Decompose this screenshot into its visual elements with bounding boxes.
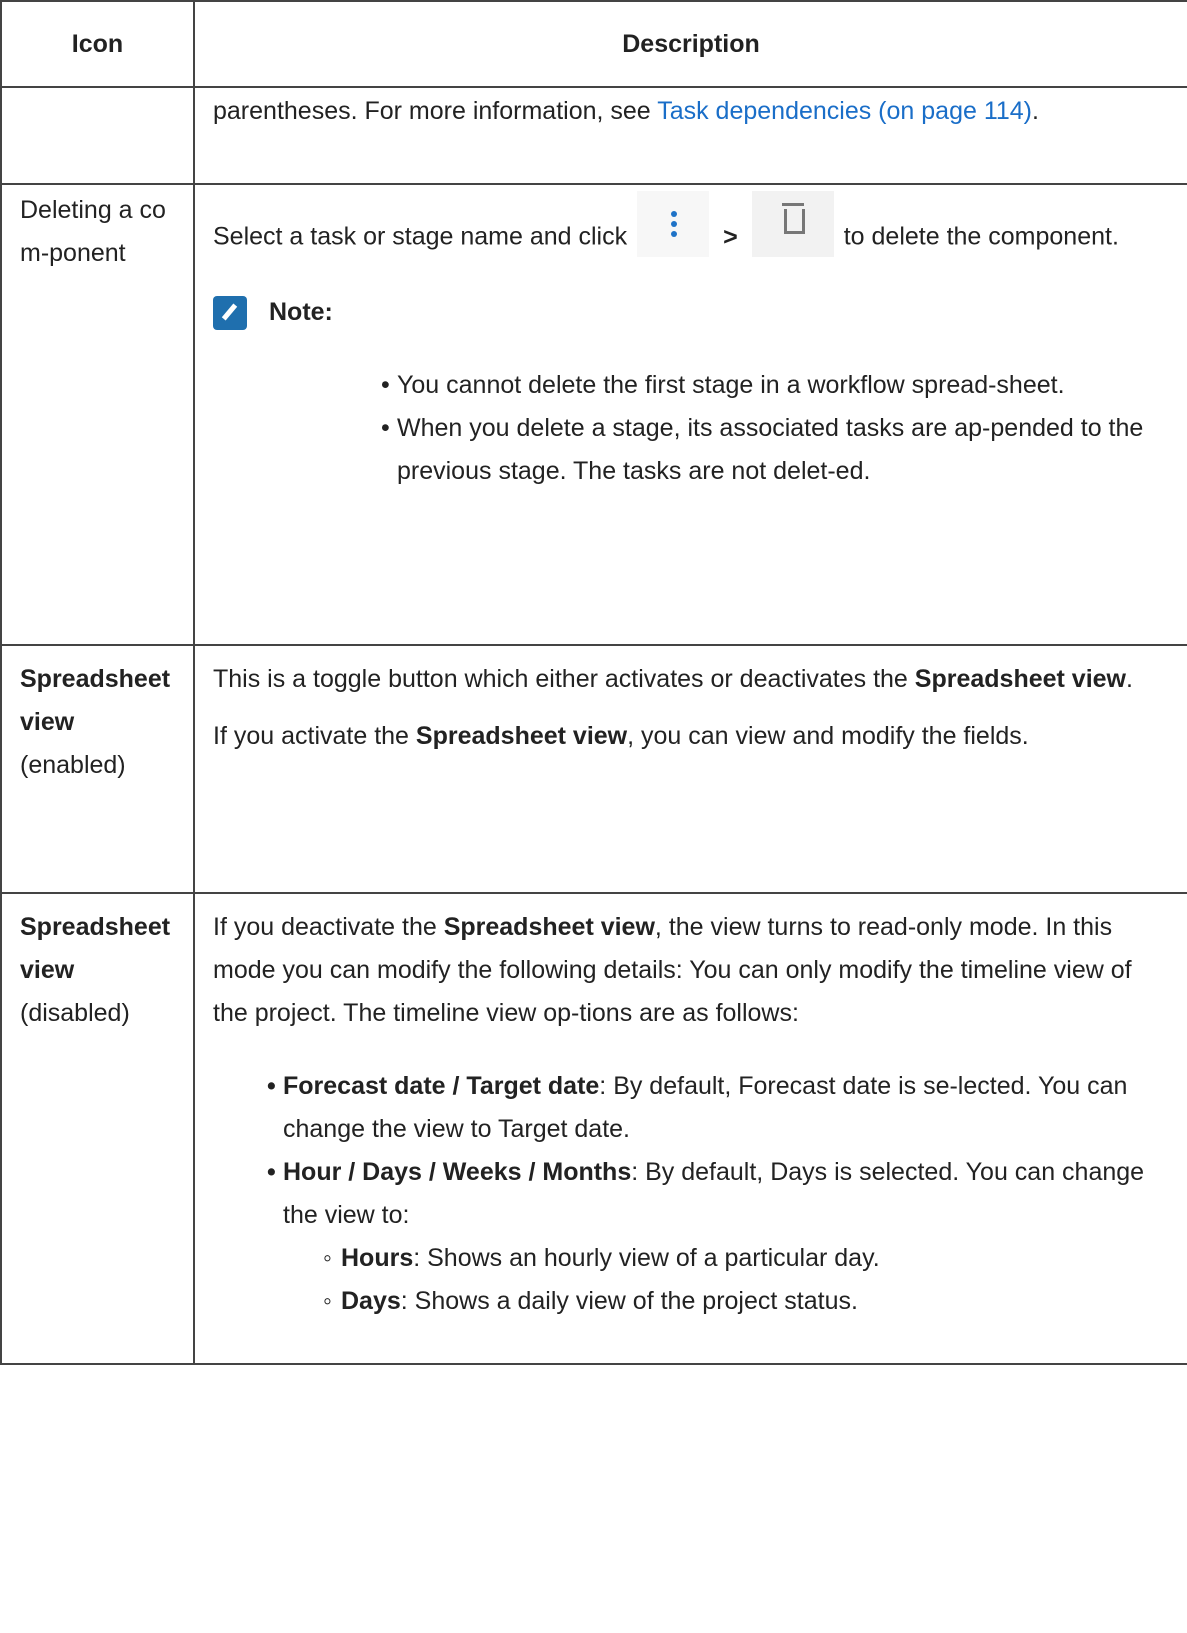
icon-description-table: Icon Description parentheses. For more i… [0, 0, 1187, 1365]
delete-text-after: to delete the component. [843, 222, 1119, 251]
text: If you deactivate the [213, 913, 444, 941]
separator: > [723, 222, 738, 251]
list-item: You cannot delete the first stage in a w… [381, 364, 1167, 407]
text: This is a toggle button which either act… [213, 665, 915, 693]
table-row: Spreadsheet view (disabled) If you deact… [0, 892, 1187, 1365]
bold-text: Days [341, 1287, 401, 1315]
delete-instructions: Select a task or stage name and click > to… [213, 191, 1167, 271]
table-row: Spreadsheet view (enabled) This is a tog… [0, 644, 1187, 894]
trash-lid [781, 203, 804, 206]
note: Note: [213, 291, 1167, 334]
continued-period: . [1032, 97, 1039, 125]
description-cell: parentheses. For more information, see T… [193, 86, 1187, 185]
table-header-row: Icon Description [0, 0, 1187, 88]
bold-text: Hours [341, 1244, 414, 1272]
spreadsheet-view-label: Spreadsheet view [20, 665, 171, 736]
sub-list-item: Hours: Shows an hourly view of a particu… [323, 1237, 1167, 1280]
bold-text: Spreadsheet view [415, 722, 628, 750]
disabled-suffix: (disabled) [20, 999, 130, 1027]
deactivate-description: If you deactivate the Spreadsheet view, … [213, 906, 1167, 1035]
text: : Shows a daily view of the project stat… [400, 1287, 858, 1315]
header-icon: Icon [0, 0, 195, 88]
trash-icon[interactable] [751, 191, 834, 257]
icon-cell: Deleting a com-ponent [0, 183, 195, 646]
continued-paragraph: parentheses. For more information, see T… [213, 90, 1167, 133]
note-list: You cannot delete the first stage in a w… [213, 364, 1167, 493]
text: . [1126, 665, 1133, 693]
dot [671, 231, 678, 237]
header-description: Description [193, 0, 1187, 88]
icon-cell-empty [0, 86, 195, 185]
table-row: parentheses. For more information, see T… [0, 86, 1187, 185]
more-vertical-icon[interactable] [637, 191, 710, 257]
continued-text: parentheses. For more information, see [213, 97, 658, 125]
activate-description: If you activate the Spreadsheet view, yo… [213, 715, 1167, 758]
sub-list: Hours: Shows an hourly view of a particu… [283, 1237, 1167, 1323]
trash-body [783, 209, 805, 234]
spreadsheet-view-label: Spreadsheet view [20, 913, 171, 984]
sub-list-item: Days: Shows a daily view of the project … [323, 1280, 1167, 1323]
enabled-suffix: (enabled) [20, 751, 126, 779]
pencil-note-icon [213, 295, 247, 330]
list-item: Hour / Days / Weeks / Months: By default… [267, 1151, 1167, 1323]
text: , you can view and modify the fields. [627, 722, 1029, 750]
icon-cell: Spreadsheet view (disabled) [0, 892, 195, 1365]
description-cell: Select a task or stage name and click > to… [193, 183, 1187, 646]
description-cell: This is a toggle button which either act… [193, 644, 1187, 894]
bold-text: Spreadsheet view [914, 665, 1126, 693]
task-dependencies-link[interactable]: Task dependencies (on page 114) [657, 97, 1032, 125]
list-item: When you delete a stage, its associated … [381, 407, 1167, 493]
timeline-options-list: Forecast date / Target date: By default,… [213, 1065, 1167, 1323]
delete-text-before: Select a task or stage name and click [213, 222, 628, 251]
bold-text: Spreadsheet view [443, 913, 655, 941]
dot [671, 211, 678, 217]
table-row: Deleting a com-ponent Select a task or s… [0, 183, 1187, 646]
text: If you activate the [213, 722, 416, 750]
bold-text: Forecast date / Target date [283, 1072, 600, 1100]
text: : Shows an hourly view of a particular d… [413, 1244, 880, 1272]
dot [671, 221, 678, 227]
toggle-description: This is a toggle button which either act… [213, 658, 1167, 701]
bold-text: Hour / Days / Weeks / Months [283, 1158, 632, 1186]
description-cell: If you deactivate the Spreadsheet view, … [193, 892, 1187, 1365]
list-item: Forecast date / Target date: By default,… [267, 1065, 1167, 1151]
note-label: Note: [269, 298, 333, 326]
deleting-component-label: Deleting a com-ponent [20, 196, 166, 267]
icon-cell: Spreadsheet view (enabled) [0, 644, 195, 894]
